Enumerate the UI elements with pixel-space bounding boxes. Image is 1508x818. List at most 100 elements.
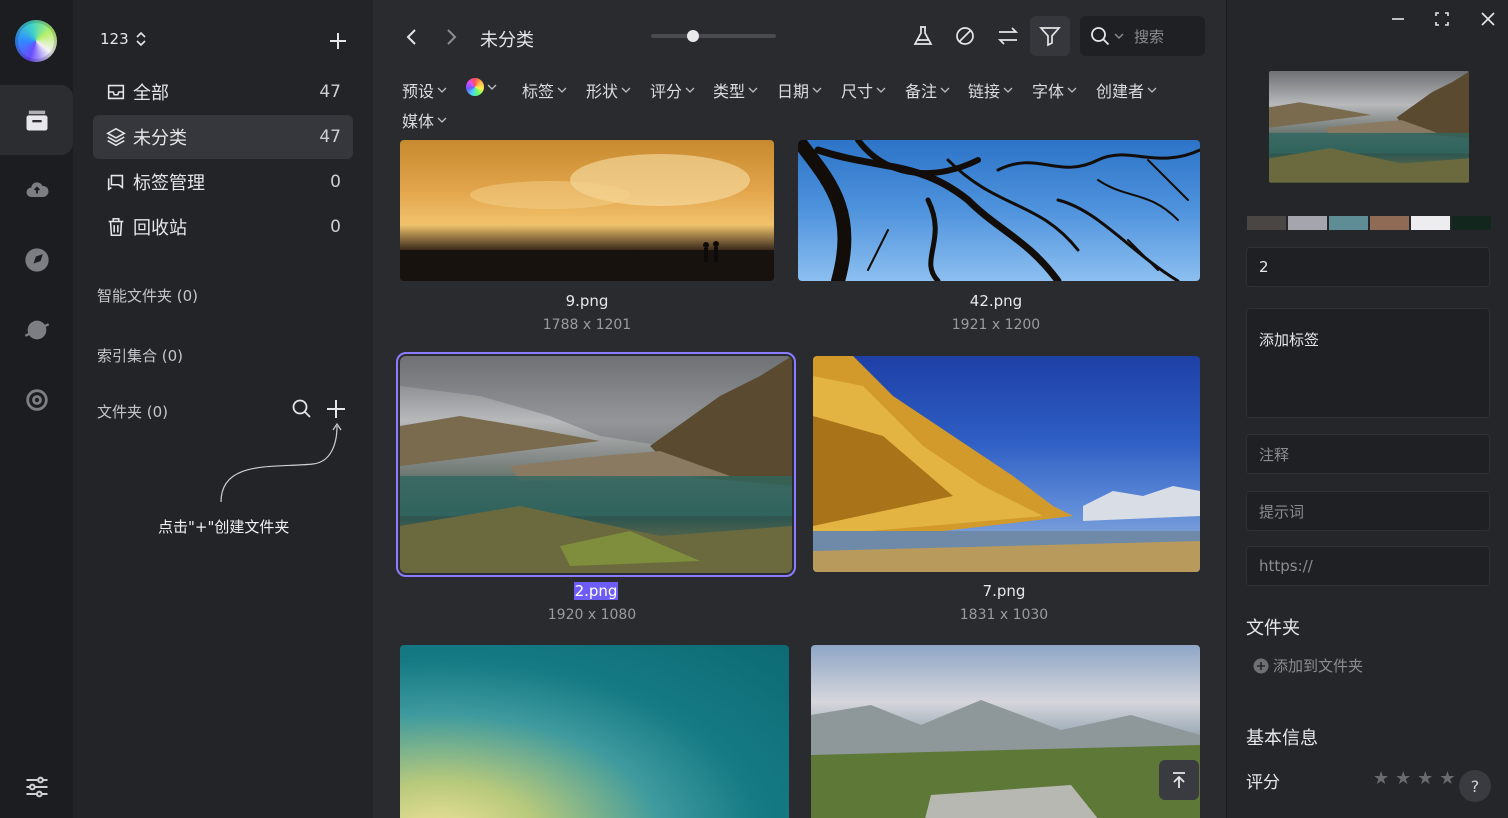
preview-image[interactable] (1269, 71, 1469, 183)
chevron-down-icon (1003, 87, 1013, 93)
explore-icon[interactable] (0, 225, 73, 295)
cloud-icon[interactable] (0, 155, 73, 225)
search-icon (1091, 27, 1110, 46)
nav-item-tags[interactable]: 标签管理 0 (93, 160, 353, 204)
search-placeholder: 搜索 (1134, 27, 1165, 46)
app-logo (15, 20, 57, 62)
color-wheel-icon (466, 78, 484, 96)
minimize-icon[interactable] (1389, 10, 1407, 28)
filter-date[interactable]: 日期 (777, 78, 822, 102)
chevron-down-icon (437, 117, 447, 123)
thumbnail-image[interactable] (798, 140, 1200, 281)
palette-swatch[interactable] (1411, 216, 1450, 230)
filter-creator[interactable]: 创建者 (1096, 78, 1157, 102)
color-palette (1247, 216, 1491, 230)
chevron-down-icon (940, 87, 950, 93)
no-filter-icon[interactable] (953, 24, 977, 48)
thumbnail-image-selected[interactable] (396, 352, 796, 577)
add-to-folder-button[interactable]: 添加到文件夹 (1253, 655, 1363, 676)
filter-label: 评分 (650, 82, 683, 101)
thumbnail-image[interactable] (400, 140, 774, 281)
smart-folders-title[interactable]: 智能文件夹 (0) (97, 285, 198, 306)
inspector-panel: 2 添加标签 注释 提示词 https:// 文件夹 添加到文件夹 基本信息 评… (1226, 0, 1508, 818)
prompt-field[interactable]: 提示词 (1246, 491, 1490, 531)
chevron-down-icon (748, 87, 758, 93)
file-name-selected[interactable]: 2.png (573, 582, 619, 600)
filter-rating[interactable]: 评分 (650, 78, 695, 102)
filter-button[interactable] (1030, 16, 1070, 56)
filter-link[interactable]: 链接 (968, 78, 1013, 102)
thumbnail-image[interactable] (813, 356, 1200, 572)
filter-shape[interactable]: 形状 (586, 78, 631, 102)
file-name[interactable]: 2.png (400, 582, 792, 600)
search-folder-icon[interactable] (291, 398, 313, 420)
filter-type[interactable]: 类型 (713, 78, 758, 102)
filter-label: 字体 (1032, 82, 1065, 101)
filter-media[interactable]: 媒体 (402, 108, 447, 132)
basic-info-title: 基本信息 (1246, 728, 1318, 749)
tags-field[interactable]: 添加标签 (1246, 308, 1490, 418)
library-icon[interactable] (0, 85, 73, 155)
filter-notes[interactable]: 备注 (905, 78, 950, 102)
chevron-down-icon (685, 87, 695, 93)
filter-tags[interactable]: 标签 (522, 78, 567, 102)
settings-sliders-icon[interactable] (0, 752, 73, 818)
back-icon[interactable] (401, 26, 423, 48)
create-folder-hint: 点击"+"创建文件夹 (158, 518, 290, 536)
palette-swatch[interactable] (1247, 216, 1286, 230)
star-icon[interactable]: ★ (1439, 768, 1455, 789)
palette-swatch[interactable] (1288, 216, 1327, 230)
add-folder-icon[interactable] (325, 398, 347, 420)
star-icon[interactable]: ★ (1395, 768, 1411, 789)
flask-icon[interactable] (911, 24, 935, 48)
scroll-to-top-button[interactable] (1159, 760, 1199, 800)
help-button[interactable]: ? (1459, 770, 1491, 802)
library-switcher[interactable]: 123 (100, 30, 147, 48)
nav-item-uncategorized[interactable]: 未分类 47 (93, 115, 353, 159)
filter-color[interactable] (466, 78, 497, 96)
forward-icon[interactable] (440, 26, 462, 48)
maximize-icon[interactable] (1433, 10, 1451, 28)
file-dimensions: 1921 x 1200 (951, 317, 1041, 333)
index-collections-title[interactable]: 索引集合 (0) (97, 345, 183, 366)
url-field[interactable]: https:// (1246, 546, 1490, 586)
file-dimensions: 1831 x 1030 (959, 607, 1049, 623)
library-name: 123 (100, 30, 129, 48)
file-name[interactable]: 9.png (400, 292, 774, 310)
folders-title[interactable]: 文件夹 (0) (97, 401, 168, 422)
file-name[interactable]: 42.png (798, 292, 1194, 310)
filter-label: 备注 (905, 82, 938, 101)
palette-swatch[interactable] (1452, 216, 1491, 230)
nav-item-all[interactable]: 全部 47 (93, 70, 353, 114)
filter-label: 类型 (713, 82, 746, 101)
main-panel: 未分类 搜索 预设 标签 形状 评分 类型 日期 尺寸 备注 链接 字体 创建者… (373, 0, 1226, 818)
palette-swatch[interactable] (1370, 216, 1409, 230)
add-to-folder-label: 添加到文件夹 (1273, 657, 1364, 675)
folder-section-title: 文件夹 (1246, 618, 1300, 639)
star-icon[interactable]: ★ (1373, 768, 1389, 789)
note-field[interactable]: 注释 (1246, 434, 1490, 474)
plus-circle-icon (1253, 658, 1269, 673)
thumbnail-image[interactable] (400, 645, 789, 818)
plugin-icon[interactable] (0, 365, 73, 435)
filter-preset[interactable]: 预设 (402, 78, 447, 102)
filter-font[interactable]: 字体 (1032, 78, 1077, 102)
swap-icon[interactable] (996, 24, 1020, 48)
inbox-icon (107, 84, 125, 100)
star-icon[interactable]: ★ (1417, 768, 1433, 789)
filter-size[interactable]: 尺寸 (841, 78, 886, 102)
thumbnail-image[interactable] (811, 645, 1200, 818)
planet-icon[interactable] (0, 295, 73, 365)
file-name[interactable]: 7.png (813, 582, 1195, 600)
image-grid: 9.png 1788 x 1201 42.png 1921 x 1200 2.p… (373, 140, 1226, 818)
layers-icon (106, 127, 126, 147)
add-library-icon[interactable] (327, 30, 349, 52)
name-field[interactable]: 2 (1246, 247, 1490, 287)
palette-swatch[interactable] (1329, 216, 1368, 230)
nav-item-trash[interactable]: 回收站 0 (93, 205, 353, 249)
zoom-slider[interactable] (651, 34, 776, 38)
search-input[interactable]: 搜索 (1080, 16, 1205, 56)
close-icon[interactable] (1479, 10, 1497, 28)
chevron-down-icon (437, 87, 447, 93)
zoom-slider-thumb[interactable] (687, 30, 699, 42)
